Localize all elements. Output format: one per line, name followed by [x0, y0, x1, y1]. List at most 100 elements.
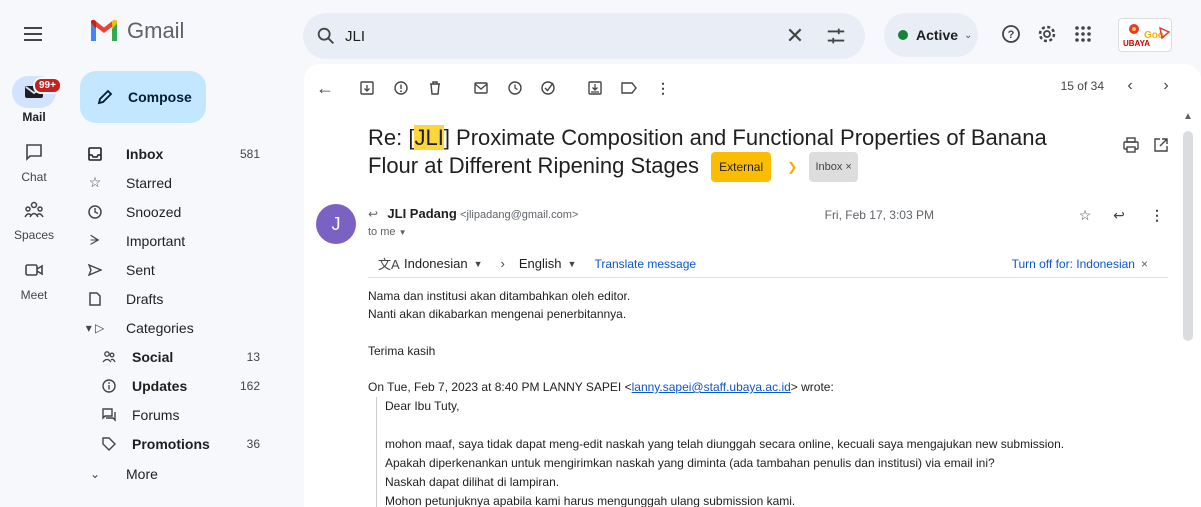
account-avatar[interactable]: Goo UBAYA: [1118, 18, 1172, 52]
quote-header-suffix: > wrote:: [790, 380, 834, 394]
more-vertical-icon[interactable]: ⋮: [652, 77, 674, 99]
apps-grid-icon[interactable]: [1071, 22, 1095, 46]
gmail-m-icon: [91, 19, 117, 41]
quoted-line: Dear Ibu Tuty,: [385, 399, 460, 413]
spaces-icon: [18, 194, 50, 226]
message-scrollbar[interactable]: ▲: [1181, 109, 1195, 507]
target-language-select[interactable]: English: [519, 256, 562, 271]
label-icon[interactable]: [618, 77, 640, 99]
sender-avatar[interactable]: J: [316, 204, 356, 244]
inbox-label-chip[interactable]: Inbox ×: [809, 152, 858, 183]
open-in-new-window-icon[interactable]: [1150, 134, 1172, 156]
forum-icon: [98, 407, 120, 422]
inbox-icon: [84, 146, 106, 161]
body-line: Nanti akan dikabarkan mengenai penerbita…: [368, 307, 627, 321]
unread-badge: 99+: [33, 77, 62, 94]
nav-label: Categories: [126, 319, 194, 336]
turn-off-translation-link[interactable]: Turn off for: Indonesian ×: [1012, 257, 1148, 271]
body-line: Nama dan institusi akan ditambahkan oleh…: [368, 289, 631, 303]
search-options-icon[interactable]: [825, 25, 847, 47]
status-selector[interactable]: Active ⌄: [884, 13, 978, 57]
settings-icon[interactable]: [1035, 22, 1059, 46]
nav-label: Snoozed: [126, 203, 182, 220]
nav-item-promotions[interactable]: Promotions 36: [80, 429, 290, 458]
nav-item-starred[interactable]: ☆ Starred: [80, 168, 290, 197]
rail-item-chat[interactable]: Chat: [0, 136, 68, 184]
move-to-icon[interactable]: [584, 77, 606, 99]
star-icon: ☆: [88, 174, 102, 190]
star-icon[interactable]: ☆: [1074, 204, 1096, 226]
message-date: Fri, Feb 17, 3:03 PM: [824, 208, 934, 222]
rail-item-mail[interactable]: 99+ Mail: [0, 76, 68, 124]
nav-item-more[interactable]: ⌄ More: [80, 459, 290, 488]
more-vertical-icon[interactable]: ⋮: [1146, 204, 1168, 226]
help-icon[interactable]: ?: [999, 22, 1023, 46]
nav-item-social[interactable]: Social 13: [80, 342, 290, 371]
main-menu-button[interactable]: [22, 22, 46, 46]
gmail-logo[interactable]: Gmail: [89, 18, 184, 44]
search-highlight: JLI: [414, 125, 444, 150]
unread-count: 581: [239, 146, 260, 161]
nav-item-forums[interactable]: Forums: [80, 400, 290, 429]
quoted-line: Mohon petunjuknya apabila kami harus men…: [385, 494, 796, 507]
mark-unread-icon[interactable]: [470, 77, 492, 99]
back-arrow-icon[interactable]: ←: [314, 77, 336, 99]
hamburger-icon: [24, 27, 42, 41]
quoted-sender-email-link[interactable]: lanny.sapei@staff.ubaya.ac.id: [632, 380, 791, 394]
subject-prefix: Re: [: [368, 125, 415, 150]
compose-button[interactable]: Compose: [80, 71, 206, 123]
sender-email: <jlipadang@gmail.com>: [460, 209, 579, 221]
sender-row: ↩ JLI Padang <jlipadang@gmail.com>: [368, 206, 578, 221]
quoted-line: [385, 416, 1064, 435]
nav-item-updates[interactable]: Updates 162: [80, 371, 290, 400]
print-icon[interactable]: [1120, 134, 1142, 156]
nav-item-important[interactable]: ᗒ Important: [80, 226, 290, 255]
info-icon: [98, 378, 120, 393]
nav-item-drafts[interactable]: Drafts: [80, 284, 290, 313]
chevron-down-icon: ⌄: [89, 466, 101, 481]
search-bar[interactable]: JLI ✕: [303, 13, 865, 59]
arrow-right-icon: ›: [500, 256, 505, 271]
source-language-select[interactable]: Indonesian: [404, 256, 468, 271]
close-icon[interactable]: ×: [1141, 257, 1148, 271]
quoted-message: Dear Ibu Tuty, mohon maaf, saya tidak da…: [376, 397, 1064, 507]
nav-item-sent[interactable]: Sent: [80, 255, 290, 284]
trash-icon[interactable]: [424, 77, 446, 99]
quote-header: On Tue, Feb 7, 2023 at 8:40 PM LANNY SAP…: [368, 380, 834, 394]
email-subject: Re: [JLI] Proximate Composition and Func…: [368, 124, 1068, 183]
important-marker-icon[interactable]: ❯: [787, 153, 797, 181]
clear-search-icon[interactable]: ✕: [783, 23, 807, 49]
scroll-up-icon[interactable]: ▲: [1181, 111, 1195, 122]
add-task-icon[interactable]: [538, 77, 560, 99]
newer-chevron-icon[interactable]: ‹: [1119, 75, 1141, 97]
caret-down-icon: ▼: [567, 258, 577, 269]
rail-item-meet[interactable]: Meet: [0, 254, 68, 302]
tag-icon: [98, 436, 120, 451]
chevron-down-icon: ⌄: [964, 29, 973, 41]
search-icon[interactable]: [315, 25, 337, 47]
app-name: Gmail: [127, 18, 185, 43]
nav-item-categories[interactable]: ▾ ▷ Categories: [80, 313, 290, 342]
archive-icon[interactable]: [356, 77, 378, 99]
reply-icon[interactable]: ↩: [1108, 204, 1130, 226]
quoted-line: Naskah dapat dilihat di lampiran.: [385, 475, 560, 489]
svg-text:?: ?: [1008, 29, 1015, 41]
pager-text: 15 of 34: [1060, 79, 1104, 93]
status-text: Active: [916, 27, 959, 43]
nav-item-snoozed[interactable]: Snoozed: [80, 197, 290, 226]
caret-down-icon: ▼: [473, 258, 483, 269]
nav-label: Sent: [126, 261, 155, 278]
rail-label-spaces: Spaces: [13, 228, 55, 242]
nav-label: Starred: [126, 174, 172, 191]
older-chevron-icon[interactable]: ›: [1155, 75, 1177, 97]
search-input[interactable]: JLI: [345, 28, 783, 45]
nav-label: Social: [132, 348, 174, 365]
nav-item-inbox[interactable]: Inbox 581: [80, 139, 290, 168]
report-spam-icon[interactable]: [390, 77, 412, 99]
translate-message-link[interactable]: Translate message: [594, 257, 696, 271]
recipient-details[interactable]: to me ▼: [368, 226, 407, 238]
rail-item-spaces[interactable]: Spaces: [0, 194, 68, 242]
snooze-icon[interactable]: [504, 77, 526, 99]
scroll-thumb[interactable]: [1183, 131, 1193, 341]
sender-name[interactable]: JLI Padang: [387, 206, 456, 221]
